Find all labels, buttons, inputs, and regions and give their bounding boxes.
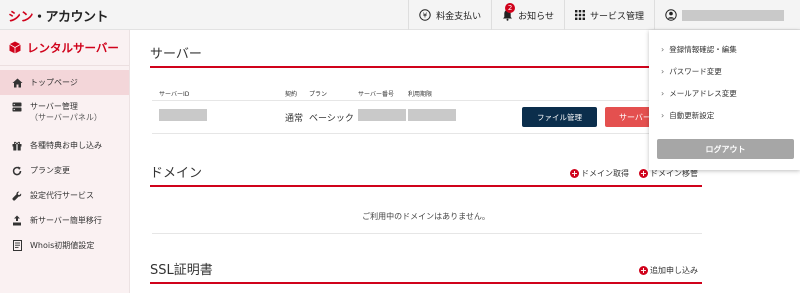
sidebar-item-sublabel: （サーバーパネル）: [30, 113, 102, 122]
payment-nav-item[interactable]: ¥ 料金支払い: [408, 0, 491, 30]
menu-item-profile[interactable]: › 登録情報確認・編集: [649, 38, 800, 60]
notifications-label: お知らせ: [518, 11, 554, 22]
chevron-right-icon: ›: [661, 44, 665, 54]
top-nav: ¥ 料金支払い 2 お知らせ サービス管理: [408, 0, 800, 30]
notifications-nav-item[interactable]: 2 お知らせ: [491, 0, 564, 30]
user-menu-toggle[interactable]: [654, 0, 800, 30]
sidebar-item-top-page[interactable]: トップページ: [0, 70, 129, 95]
sidebar-item-label: サーバー管理: [30, 102, 78, 111]
service-manage-nav-item[interactable]: サービス管理: [563, 0, 654, 30]
server-icon: [10, 102, 24, 112]
service-manage-label: サービス管理: [589, 11, 644, 22]
server-id-redacted: [159, 109, 207, 121]
col-server-number: サーバー番号: [358, 91, 394, 98]
gift-icon: [10, 141, 24, 151]
file-manage-button[interactable]: ファイル管理: [522, 107, 597, 127]
table-divider: [152, 233, 702, 234]
contract-value: 通常: [285, 114, 304, 124]
plan-value: ベーシック: [309, 114, 354, 124]
server-cube-icon: [9, 41, 21, 54]
table-divider: [152, 100, 702, 101]
usage-period-redacted: [408, 109, 456, 121]
home-icon: [10, 78, 24, 88]
col-server-id: サーバーID: [159, 91, 190, 98]
sidebar-item-server-manage[interactable]: サーバー管理 （サーバーパネル）: [0, 95, 129, 133]
logo-accent: シン: [8, 10, 34, 25]
user-name-redacted: [682, 9, 784, 21]
table-divider: [152, 133, 702, 134]
yen-icon: ¥: [419, 9, 431, 21]
grid-icon: [574, 10, 585, 20]
domain-empty-message: ご利用中のドメインはありません。: [362, 212, 490, 221]
domain-acquire-link[interactable]: ドメイン取得: [581, 168, 629, 179]
ssl-add-action[interactable]: + 追加申し込み: [639, 265, 698, 276]
menu-item-password[interactable]: › パスワード変更: [649, 60, 800, 82]
ssl-section-header: SSL証明書 + 追加申し込み: [150, 263, 702, 284]
wrench-icon: [10, 191, 24, 201]
menu-item-label: パスワード変更: [669, 66, 722, 76]
sidebar-item-label: Whois初期値設定: [30, 241, 95, 250]
plus-circle-icon: +: [639, 169, 648, 178]
sidebar-item-setup-service[interactable]: 設定代行サービス: [0, 183, 129, 208]
notification-count-badge: 2: [505, 3, 516, 13]
domain-section-header: ドメイン + ドメイン取得 + ドメイン移管: [150, 166, 702, 187]
user-dropdown-menu: › 登録情報確認・編集 › パスワード変更 › メールアドレス変更 › 自動更新設定 ロ…: [649, 30, 800, 170]
col-contract: 契約: [285, 91, 298, 98]
domain-section-title: ドメイン: [150, 166, 203, 181]
logout-button[interactable]: ログアウト: [657, 139, 794, 159]
document-icon: [10, 240, 24, 251]
sidebar-item-plan-change[interactable]: プラン変更: [0, 158, 129, 183]
sidebar-item-benefits[interactable]: 各種特典お申し込み: [0, 133, 129, 158]
ssl-section-title: SSL証明書: [150, 263, 213, 278]
menu-item-label: 登録情報確認・編集: [669, 44, 737, 54]
menu-item-label: メールアドレス変更: [669, 88, 737, 98]
sidebar-item-whois[interactable]: Whois初期値設定: [0, 233, 129, 258]
plus-circle-icon: +: [639, 266, 648, 275]
server-section-header: サーバー +: [150, 47, 702, 68]
col-plan: プラン: [309, 91, 328, 98]
ssl-add-label: 追加申し込み: [650, 266, 698, 275]
sidebar-item-label: プラン変更: [30, 166, 70, 175]
chevron-right-icon: ›: [661, 66, 665, 76]
sidebar-item-migration[interactable]: 新サーバー簡単移行: [0, 208, 129, 233]
menu-item-label: 自動更新設定: [669, 110, 715, 120]
svg-text:¥: ¥: [423, 12, 428, 20]
upload-person-icon: [10, 215, 24, 226]
sidebar-item-label: 設定代行サービス: [30, 191, 94, 200]
sidebar-title-label: レンタルサーバー: [27, 40, 119, 55]
sidebar-item-label: 新サーバー簡単移行: [30, 216, 102, 225]
chevron-right-icon: ›: [661, 110, 665, 120]
col-usage-period: 利用期限: [408, 91, 433, 98]
top-bar: シン・アカウント ¥ 料金支払い 2 お知らせ サービス管理: [0, 0, 800, 30]
logo-text: ・アカウント: [33, 10, 109, 25]
sidebar-item-label-group: サーバー管理 （サーバーパネル）: [30, 101, 102, 123]
menu-item-email[interactable]: › メールアドレス変更: [649, 82, 800, 104]
refresh-icon: [10, 166, 24, 176]
sidebar: レンタルサーバー トップページ サーバー管理 （サーバーパネル） 各種特典お申し…: [0, 30, 130, 293]
menu-item-auto-renew[interactable]: › 自動更新設定: [649, 104, 800, 126]
user-icon: [665, 9, 677, 21]
plus-circle-icon: +: [570, 169, 579, 178]
site-logo[interactable]: シン・アカウント: [8, 6, 109, 25]
server-section-title: サーバー: [150, 47, 202, 62]
sidebar-item-label: 各種特典お申し込み: [30, 141, 102, 150]
server-number-redacted: [358, 109, 406, 121]
chevron-right-icon: ›: [661, 88, 665, 98]
sidebar-title: レンタルサーバー: [0, 30, 129, 66]
payment-label: 料金支払い: [436, 11, 482, 22]
sidebar-item-label: トップページ: [30, 78, 78, 87]
